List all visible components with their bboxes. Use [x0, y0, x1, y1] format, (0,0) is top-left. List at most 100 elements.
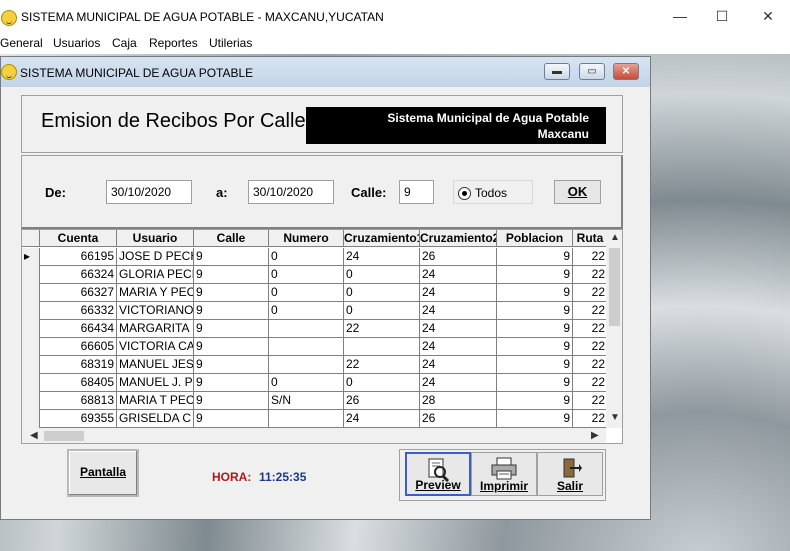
cell-ruta[interactable]: 22: [573, 302, 608, 320]
cell-cruzamiento1[interactable]: 0: [344, 284, 420, 302]
row-indicator[interactable]: [22, 338, 40, 356]
cell-cruzamiento1[interactable]: 0: [344, 374, 420, 392]
header-cruzamiento2[interactable]: Cruzamiento2: [420, 230, 497, 247]
cell-calle[interactable]: 9: [194, 284, 269, 302]
cell-ruta[interactable]: 22: [573, 356, 608, 374]
scroll-down-icon[interactable]: ▼: [610, 412, 620, 423]
vertical-scrollbar[interactable]: ▲ ▼: [606, 230, 622, 428]
row-indicator[interactable]: [22, 356, 40, 374]
cell-ruta[interactable]: 22: [573, 410, 608, 428]
cell-cuenta[interactable]: 66324: [40, 266, 117, 284]
menu-usuarios[interactable]: Usuarios: [53, 36, 100, 50]
current-row-indicator-icon[interactable]: ▸: [22, 248, 40, 266]
cell-cuenta[interactable]: 66327: [40, 284, 117, 302]
child-maximize-button[interactable]: ▭: [579, 63, 605, 80]
cell-calle[interactable]: 9: [194, 392, 269, 410]
cell-calle[interactable]: 9: [194, 410, 269, 428]
cell-usuario[interactable]: MANUEL JES: [117, 356, 194, 374]
cell-numero[interactable]: 0: [269, 266, 344, 284]
cell-ruta[interactable]: 22: [573, 320, 608, 338]
minimize-button[interactable]: —: [670, 6, 690, 26]
cell-usuario[interactable]: MARIA Y PECH: [117, 284, 194, 302]
cell-poblacion[interactable]: 9: [497, 356, 573, 374]
cell-cruzamiento1[interactable]: 24: [344, 248, 420, 266]
horizontal-scrollbar[interactable]: ◀ ▶: [22, 428, 606, 443]
cell-numero[interactable]: 0: [269, 374, 344, 392]
cell-poblacion[interactable]: 9: [497, 266, 573, 284]
cell-poblacion[interactable]: 9: [497, 302, 573, 320]
cell-ruta[interactable]: 22: [573, 392, 608, 410]
scroll-left-icon[interactable]: ◀: [30, 430, 38, 441]
cell-cruzamiento2[interactable]: 26: [420, 410, 497, 428]
imprimir-button[interactable]: Imprimir: [471, 452, 537, 496]
cell-poblacion[interactable]: 9: [497, 284, 573, 302]
table-row[interactable]: 69355 GRISELDA C 9 24 26 9 22: [22, 410, 608, 428]
cell-cuenta[interactable]: 68813: [40, 392, 117, 410]
cell-poblacion[interactable]: 9: [497, 374, 573, 392]
table-row[interactable]: 66332 VICTORIANO 9 0 0 24 9 22: [22, 302, 608, 320]
table-row[interactable]: 68319 MANUEL JES 9 22 24 9 22: [22, 356, 608, 374]
cell-cruzamiento1[interactable]: 24: [344, 410, 420, 428]
header-numero[interactable]: Numero: [269, 230, 344, 247]
scroll-right-icon[interactable]: ▶: [591, 430, 599, 441]
cell-cruzamiento2[interactable]: 24: [420, 356, 497, 374]
table-row[interactable]: 68813 MARIA T PEC 9 S/N 26 28 9 22: [22, 392, 608, 410]
cell-cruzamiento2[interactable]: 28: [420, 392, 497, 410]
preview-button[interactable]: Preview: [405, 452, 471, 496]
cell-cruzamiento1[interactable]: 22: [344, 320, 420, 338]
cell-cruzamiento1[interactable]: 0: [344, 302, 420, 320]
cell-usuario[interactable]: MANUEL J. P: [117, 374, 194, 392]
cell-calle[interactable]: 9: [194, 320, 269, 338]
row-indicator[interactable]: [22, 374, 40, 392]
cell-numero[interactable]: 0: [269, 284, 344, 302]
cell-cuenta[interactable]: 66605: [40, 338, 117, 356]
table-row[interactable]: 66324 GLORIA PECH 9 0 0 24 9 22: [22, 266, 608, 284]
cell-numero[interactable]: 0: [269, 302, 344, 320]
cell-cuenta[interactable]: 68319: [40, 356, 117, 374]
close-button[interactable]: ✕: [758, 6, 778, 26]
cell-numero[interactable]: [269, 320, 344, 338]
cell-poblacion[interactable]: 9: [497, 248, 573, 266]
cell-calle[interactable]: 9: [194, 302, 269, 320]
cell-numero[interactable]: [269, 410, 344, 428]
cell-cuenta[interactable]: 66332: [40, 302, 117, 320]
scroll-up-icon[interactable]: ▲: [610, 232, 620, 243]
vertical-scroll-thumb[interactable]: [609, 248, 620, 326]
date-to-input[interactable]: 30/10/2020: [248, 180, 334, 204]
salir-button[interactable]: Salir: [537, 452, 603, 496]
cell-ruta[interactable]: 22: [573, 248, 608, 266]
cell-cruzamiento2[interactable]: 24: [420, 320, 497, 338]
table-row[interactable]: 66434 MARGARITA D 9 22 24 9 22: [22, 320, 608, 338]
menu-reportes[interactable]: Reportes: [149, 36, 198, 50]
horizontal-scroll-thumb[interactable]: [44, 431, 84, 441]
cell-cruzamiento2[interactable]: 26: [420, 248, 497, 266]
cell-ruta[interactable]: 22: [573, 338, 608, 356]
cell-usuario[interactable]: MARGARITA D: [117, 320, 194, 338]
row-indicator[interactable]: [22, 410, 40, 428]
cell-numero[interactable]: 0: [269, 248, 344, 266]
maximize-button[interactable]: ☐: [712, 6, 732, 26]
calle-input[interactable]: 9: [399, 180, 434, 204]
cell-ruta[interactable]: 22: [573, 374, 608, 392]
cell-cruzamiento1[interactable]: 0: [344, 266, 420, 284]
menu-general[interactable]: General: [0, 36, 43, 50]
cell-cruzamiento2[interactable]: 24: [420, 266, 497, 284]
cell-calle[interactable]: 9: [194, 266, 269, 284]
menu-utilerias[interactable]: Utilerias: [209, 36, 252, 50]
cell-cruzamiento2[interactable]: 24: [420, 302, 497, 320]
todos-radio-group[interactable]: Todos: [453, 180, 533, 204]
header-cruzamiento1[interactable]: Cruzamiento1: [344, 230, 420, 247]
header-cuenta[interactable]: Cuenta: [40, 230, 117, 247]
row-indicator[interactable]: [22, 302, 40, 320]
cell-calle[interactable]: 9: [194, 374, 269, 392]
cell-cruzamiento1[interactable]: 22: [344, 356, 420, 374]
table-row[interactable]: 66605 VICTORIA CA 9 24 9 22: [22, 338, 608, 356]
date-from-input[interactable]: 30/10/2020: [106, 180, 192, 204]
ok-button[interactable]: OK: [554, 180, 601, 204]
todos-radio[interactable]: [458, 187, 471, 200]
table-row[interactable]: 66327MARIA Y PECH90024922: [22, 284, 608, 302]
cell-calle[interactable]: 9: [194, 356, 269, 374]
row-indicator[interactable]: [22, 284, 40, 302]
cell-cuenta[interactable]: 66434: [40, 320, 117, 338]
cell-cuenta[interactable]: 66195: [40, 248, 117, 266]
